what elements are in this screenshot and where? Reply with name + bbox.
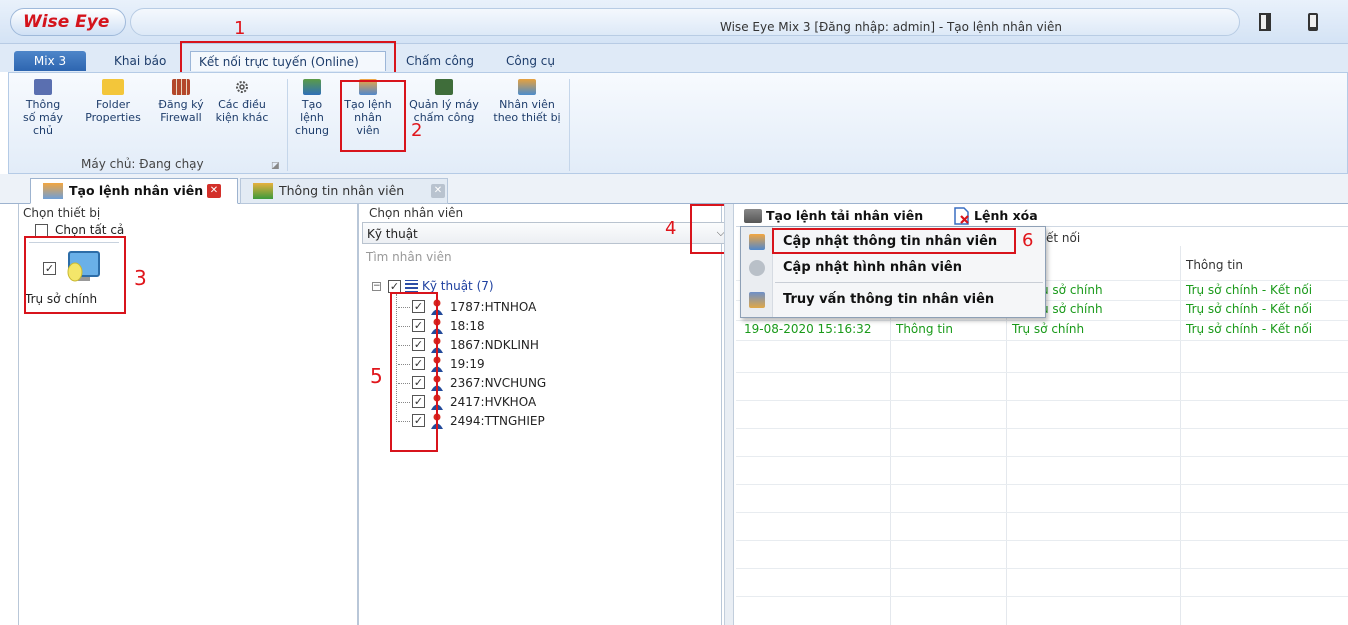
server-icon	[34, 79, 52, 95]
highlight-box	[340, 80, 406, 152]
tab-mix3[interactable]: Mix 3	[14, 51, 86, 71]
quick-access-bar	[130, 8, 1240, 36]
button-label: Các điều kiện khác	[215, 98, 269, 124]
close-icon[interactable]: ✕	[207, 184, 221, 198]
tab-cong-cu[interactable]: Công cụ	[498, 51, 563, 71]
annotation-number: 5	[370, 364, 383, 388]
highlight-box	[772, 228, 1016, 254]
firewall-button[interactable]: Đăng ký Firewall	[155, 79, 207, 124]
column-header-info: Thông tin	[1186, 258, 1243, 272]
tab-khai-bao[interactable]: Khai báo	[106, 51, 174, 71]
highlight-box	[690, 204, 728, 254]
user-update-icon	[749, 234, 765, 250]
menu-item-query-info[interactable]: Truy vấn thông tin nhân viên	[741, 289, 1045, 311]
command-tab-bar: Tạo lệnh tải nhân viên Lệnh xóa	[736, 204, 1348, 226]
close-icon[interactable]: ✕	[431, 184, 445, 198]
delete-user-icon	[954, 207, 969, 225]
tab-download-employee-command[interactable]: Tạo lệnh tải nhân viên	[742, 206, 923, 226]
annotation-number: 6	[1022, 230, 1034, 251]
tab-employee-info[interactable]: Thông tin nhân viên ✕	[240, 178, 448, 204]
select-all-label: Chọn tất cả	[55, 223, 125, 237]
button-label: Đăng ký Firewall	[158, 98, 204, 124]
tab-delete-command[interactable]: Lệnh xóa	[950, 206, 1038, 226]
ribbon-panel: Thông số máy chủ Folder Properties Đăng …	[8, 72, 1348, 174]
tree-collapse-toggle[interactable]: −	[372, 282, 381, 291]
panel-splitter[interactable]	[724, 204, 734, 625]
device-panel-header: Chọn thiết bị	[23, 206, 101, 220]
button-label: Thông số máy chủ	[23, 98, 63, 137]
server-settings-button[interactable]: Thông số máy chủ	[19, 79, 67, 137]
phone-icon[interactable]	[1306, 12, 1320, 32]
highlight-box	[24, 236, 126, 314]
device-manager-button[interactable]: Quản lý máy chấm công	[409, 79, 479, 124]
firewall-icon	[172, 79, 190, 95]
employee-panel-header: Chọn nhân viên	[369, 206, 464, 220]
gear-icon	[236, 81, 248, 93]
column-header-connection: ết nối	[1046, 231, 1081, 245]
app-logo[interactable]: Wise Eye	[10, 8, 126, 36]
annotation-number: 1	[234, 18, 246, 39]
tree-root-label[interactable]: Kỹ thuật (7)	[422, 279, 494, 293]
door-icon[interactable]	[1258, 12, 1272, 32]
group-separator	[569, 79, 570, 171]
employees-by-device-button[interactable]: Nhân viên theo thiết bị	[491, 79, 563, 124]
department-select[interactable]: Kỹ thuật ⌵	[362, 222, 732, 244]
department-value: Kỹ thuật	[367, 227, 418, 241]
annotation-number: 4	[665, 218, 677, 239]
group-separator	[287, 79, 288, 171]
general-command-button[interactable]: Tạo lệnh chung	[293, 79, 331, 137]
group-launcher-icon[interactable]: ◪	[271, 161, 280, 171]
users-icon	[253, 183, 273, 199]
menu-item-update-photo[interactable]: Cập nhật hình nhân viên	[741, 257, 1045, 279]
folder-properties-button[interactable]: Folder Properties	[75, 79, 151, 124]
server-status-label: Máy chủ: Đang chạy	[81, 157, 204, 171]
users-device-icon	[518, 79, 536, 95]
button-label: Tạo lệnh chung	[295, 98, 329, 137]
user-command-icon	[43, 183, 63, 199]
query-user-icon	[749, 292, 765, 308]
tab-label: Thông tin nhân viên	[279, 183, 405, 198]
annotation-number: 3	[134, 266, 147, 290]
command-icon	[303, 79, 321, 95]
highlight-box	[390, 292, 438, 452]
folder-icon	[102, 79, 124, 95]
document-tab-strip: Tạo lệnh nhân viên ✕ Thông tin nhân viên…	[0, 174, 1348, 204]
button-label: Nhân viên theo thiết bị	[493, 98, 561, 124]
tab-cham-cong[interactable]: Chấm công	[398, 51, 482, 71]
other-conditions-button[interactable]: Các điều kiện khác	[215, 79, 269, 124]
annotation-number: 2	[411, 120, 423, 141]
tab-create-employee-command[interactable]: Tạo lệnh nhân viên ✕	[30, 178, 238, 204]
download-users-icon	[744, 209, 762, 223]
logo-text: Wise Eye	[23, 12, 110, 32]
employee-search-input[interactable]: Tìm nhân viên	[366, 250, 452, 264]
menu-divider	[775, 282, 1043, 283]
device-icon	[435, 79, 453, 95]
tab-label: Tạo lệnh nhân viên	[69, 183, 204, 198]
window-title: Wise Eye Mix 3 [Đăng nhập: admin] - Tạo …	[720, 20, 1062, 34]
title-bar: Wise Eye Wise Eye Mix 3 [Đăng nhập: admi…	[0, 0, 1348, 44]
photo-icon	[749, 260, 765, 276]
button-label: Folder Properties	[85, 98, 141, 124]
